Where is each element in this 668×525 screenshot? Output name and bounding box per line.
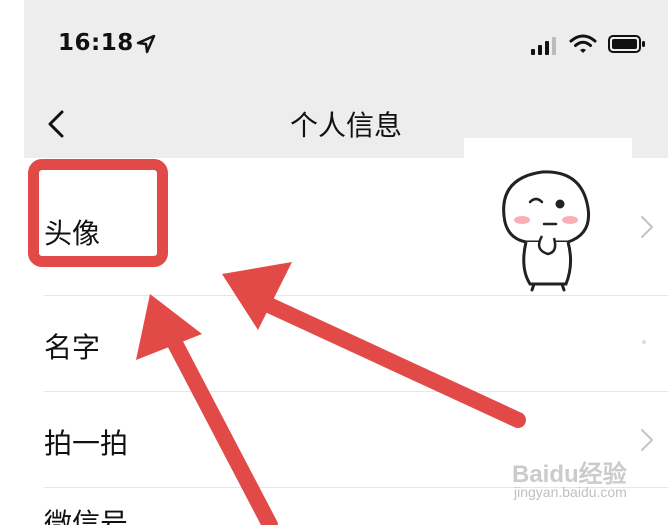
left-margin xyxy=(0,0,24,525)
list-item-label: 名字 xyxy=(44,331,101,364)
battery-icon xyxy=(608,35,645,53)
signal-icon xyxy=(531,37,556,55)
list-item-wechat-id[interactable]: 微信号 xyxy=(24,488,668,525)
list-item-avatar[interactable]: 头像 xyxy=(24,138,668,298)
wifi-icon xyxy=(569,34,597,53)
chevron-right-icon xyxy=(642,340,646,344)
list-item-label: 拍一拍 xyxy=(44,427,129,460)
status-time: 16:18 xyxy=(58,30,134,56)
list-item-pat[interactable]: 拍一拍 xyxy=(24,392,668,488)
list-item-name[interactable]: 名字 xyxy=(24,296,668,392)
list-item-label: 微信号 xyxy=(44,507,129,525)
location-arrow-icon xyxy=(136,34,156,54)
status-bar: 16:18 xyxy=(24,0,668,90)
chevron-right-icon xyxy=(641,216,653,238)
chevron-right-icon xyxy=(641,429,653,451)
list-item-label: 头像 xyxy=(44,217,101,250)
phone-screen: 16:18 个人信息 头像 名字 拍一拍 微信号 xyxy=(24,0,668,525)
avatar[interactable] xyxy=(464,138,632,298)
